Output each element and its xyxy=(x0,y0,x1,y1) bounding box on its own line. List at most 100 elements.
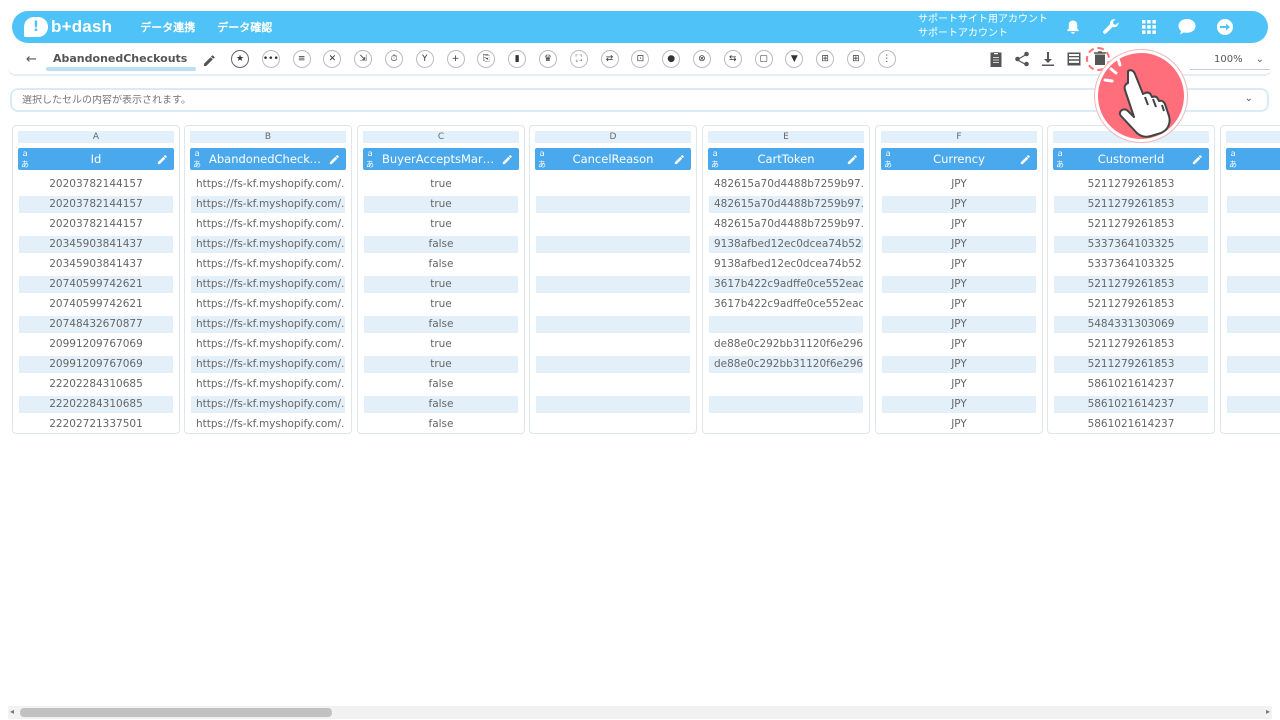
column-header[interactable]: ａあD xyxy=(1226,148,1280,170)
table-cell[interactable]: 20740599742621 xyxy=(19,275,173,293)
logout-icon[interactable] xyxy=(1206,18,1244,36)
table-cell[interactable]: https://fs-kf.myshopify.com/... xyxy=(191,235,345,253)
clipboard-icon[interactable] xyxy=(983,51,1009,67)
table-cell[interactable]: https://fs-kf.myshopify.com/... xyxy=(191,374,345,394)
table-cell[interactable]: 20740599742621 xyxy=(19,294,173,314)
table-cell[interactable]: false xyxy=(364,235,518,253)
account-info[interactable]: サポートサイト用アカウント サポートアカウント xyxy=(918,13,1048,41)
lock-icon[interactable]: ⊡ xyxy=(631,50,650,68)
table-cell[interactable]: 9138afbed12ec0dcea74b52... xyxy=(709,254,863,274)
table-cell[interactable]: JPY xyxy=(882,214,1036,234)
cell-content-input[interactable] xyxy=(22,94,1222,106)
table-cell[interactable]: false xyxy=(364,315,518,333)
scrollbar-thumb[interactable] xyxy=(20,708,332,717)
table-cell[interactable]: https://fs-kf.myshopify.com/... xyxy=(191,214,345,234)
brand-logo[interactable]: b+dash xyxy=(24,11,112,43)
table-cell[interactable]: 20991209767069 xyxy=(19,355,173,373)
table-cell[interactable] xyxy=(709,374,863,394)
table-cell[interactable]: JPY xyxy=(882,174,1036,194)
column-type-icon[interactable]: ａあ xyxy=(21,148,35,170)
table-cell[interactable] xyxy=(709,395,863,413)
favorite-star-icon[interactable]: ★ xyxy=(231,50,249,68)
table-cell[interactable]: true xyxy=(364,334,518,354)
table-cell[interactable]: 5861021614237 xyxy=(1054,374,1208,394)
table-cell[interactable]: 5211279261853 xyxy=(1054,214,1208,234)
expand-chevron-icon[interactable]: ⌄ xyxy=(1245,93,1253,104)
table-cell[interactable] xyxy=(1227,294,1280,314)
edit-column-pencil-icon[interactable] xyxy=(1020,154,1034,165)
column-header[interactable]: ａあ AbandonedCheckou… xyxy=(190,148,346,170)
table-cell[interactable]: 5861021614237 xyxy=(1054,395,1208,413)
table-cell[interactable] xyxy=(1227,315,1280,333)
table-cell[interactable] xyxy=(536,395,690,413)
table-cell[interactable]: https://fs-kf.myshopify.com/... xyxy=(191,334,345,354)
delete-small-icon[interactable]: ▮ xyxy=(508,50,527,68)
table-cell[interactable]: 482615a70d4488b7259b97... xyxy=(709,195,863,213)
table-cell[interactable]: 5211279261853 xyxy=(1054,174,1208,194)
grid-dash-icon[interactable]: ⊞ xyxy=(816,50,835,68)
table-cell[interactable]: false xyxy=(364,254,518,274)
table-view-icon[interactable] xyxy=(1061,51,1087,67)
column-header[interactable]: ａあ Currency xyxy=(881,148,1037,170)
table-cell[interactable]: https://fs-kf.myshopify.com/... xyxy=(191,395,345,413)
table-cell[interactable]: 5861021614237 xyxy=(1054,414,1208,434)
column-type-icon[interactable]: ａあ xyxy=(193,148,207,170)
table-cell[interactable]: true xyxy=(364,275,518,293)
table-cell[interactable]: JPY xyxy=(882,414,1036,434)
merge-icon[interactable]: Y xyxy=(415,50,434,68)
add-icon[interactable]: + xyxy=(446,50,465,68)
frame-icon[interactable]: ▢ xyxy=(754,50,773,68)
table-cell[interactable] xyxy=(536,275,690,293)
table-cell[interactable]: 5337364103325 xyxy=(1054,235,1208,253)
table-cell[interactable]: https://fs-kf.myshopify.com/... xyxy=(191,275,345,293)
column-letter[interactable]: B xyxy=(190,131,346,143)
nav-data-integration[interactable]: データ連携 xyxy=(140,19,195,35)
table-cell[interactable]: 22202284310685 xyxy=(19,374,173,394)
table-cell[interactable]: true xyxy=(364,195,518,213)
table-cell[interactable]: https://fs-kf.myshopify.com/... xyxy=(191,355,345,373)
table-cell[interactable]: https://fs-kf.myshopify.com/... xyxy=(191,294,345,314)
column-type-icon[interactable]: ａあ xyxy=(538,148,552,170)
tools-cross-icon[interactable]: ✕ xyxy=(323,50,342,68)
edit-column-pencil-icon[interactable] xyxy=(502,154,516,165)
table-cell[interactable] xyxy=(1227,374,1280,394)
table-cell[interactable] xyxy=(1227,254,1280,274)
column-letter[interactable]: C xyxy=(363,131,519,143)
table-cell[interactable]: JPY xyxy=(882,395,1036,413)
table-cell[interactable]: true xyxy=(364,355,518,373)
table-cell[interactable]: 20203782144157 xyxy=(19,214,173,234)
table-cell[interactable]: 3617b422c9adffe0ce552eac... xyxy=(709,294,863,314)
column-letter[interactable]: D xyxy=(535,131,691,143)
more-dots-icon[interactable]: ••• xyxy=(261,50,280,68)
table-cell[interactable]: JPY xyxy=(882,315,1036,333)
table-cell[interactable]: 9138afbed12ec0dcea74b52... xyxy=(709,235,863,253)
table-cell[interactable] xyxy=(1227,275,1280,293)
table-cell[interactable]: 5484331303069 xyxy=(1054,315,1208,333)
table-cell[interactable]: https://fs-kf.myshopify.com/... xyxy=(191,254,345,274)
share-icon[interactable] xyxy=(1009,51,1035,67)
copy-icon[interactable]: ⎘ xyxy=(477,50,496,68)
table-cell[interactable]: 22202721337501 xyxy=(19,414,173,434)
table-cell[interactable]: 5211279261853 xyxy=(1054,355,1208,373)
table-cell[interactable]: 5211279261853 xyxy=(1054,334,1208,354)
column-header[interactable]: ａあ CustomerId xyxy=(1053,148,1209,170)
table-icon[interactable]: ⊞ xyxy=(846,50,865,68)
table-cell[interactable]: 482615a70d4488b7259b97... xyxy=(709,174,863,194)
table-cell[interactable]: JPY xyxy=(882,374,1036,394)
column-letter[interactable]: A xyxy=(18,131,174,143)
table-cell[interactable]: true xyxy=(364,214,518,234)
column-letter[interactable]: E xyxy=(708,131,864,143)
table-cell[interactable] xyxy=(1227,174,1280,194)
table-cell[interactable]: JPY xyxy=(882,195,1036,213)
swap-icon[interactable]: ⇄ xyxy=(600,50,619,68)
column-header[interactable]: ａあ BuyerAcceptsMarke… xyxy=(363,148,519,170)
table-cell[interactable]: JPY xyxy=(882,254,1036,274)
table-cell[interactable]: de88e0c292bb31120f6e296... xyxy=(709,355,863,373)
transform-icon[interactable]: ⇆ xyxy=(723,50,742,68)
column-type-icon[interactable]: ａあ xyxy=(366,148,380,170)
scroll-left-arrow-icon[interactable]: ◂ xyxy=(10,707,14,716)
column-type-icon[interactable]: ａあ xyxy=(1056,148,1070,170)
edit-column-pencil-icon[interactable] xyxy=(674,154,688,165)
table-cell[interactable] xyxy=(536,254,690,274)
table-cell[interactable] xyxy=(536,174,690,194)
